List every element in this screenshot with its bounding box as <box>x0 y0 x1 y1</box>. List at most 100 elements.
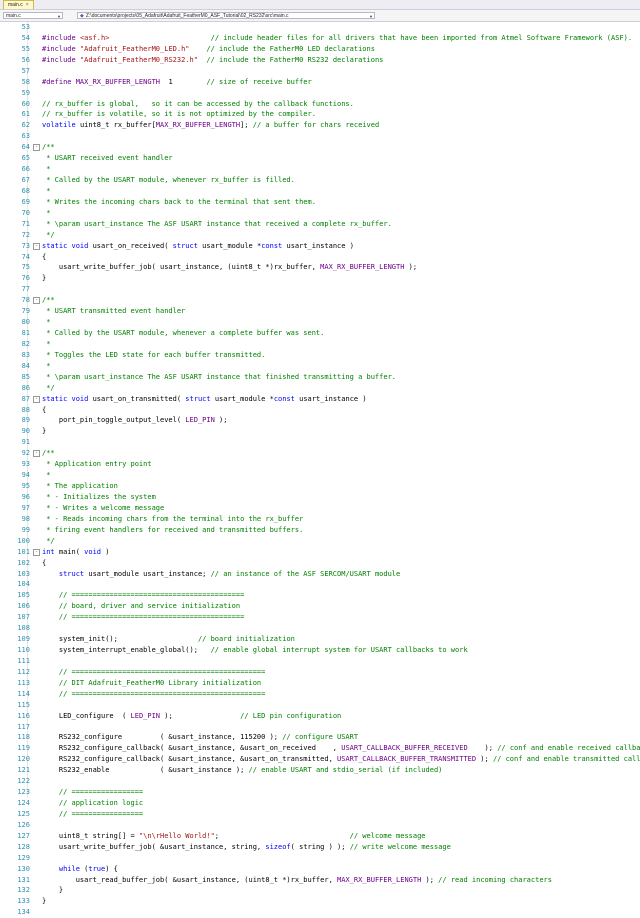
code-line: 118 RS232_configure ( &usart_instance, 1… <box>0 732 640 743</box>
fold-toggle-icon[interactable]: - <box>33 395 40 403</box>
code-text: usart_read_buffer_job( &usart_instance, … <box>42 875 552 886</box>
line-number: 113 <box>17 678 30 687</box>
code-line: 105 // =================================… <box>0 590 640 601</box>
code-token: * <box>42 361 51 370</box>
line-number: 126 <box>17 820 30 829</box>
fold-toggle-icon[interactable]: - <box>33 297 40 305</box>
code-token: #include <box>42 44 80 53</box>
code-text: static void usart_on_received( struct us… <box>42 241 354 252</box>
code-line: 68 * <box>0 186 640 197</box>
line-number: 57 <box>21 66 30 75</box>
code-text: #define MAX_RX_BUFFER_LENGTH 1 // size o… <box>42 77 312 88</box>
code-token: usart_instance ) <box>299 394 367 403</box>
code-line: 115 <box>0 700 640 711</box>
code-line: 75 usart_write_buffer_job( usart_instanc… <box>0 262 640 273</box>
code-line: 112 // =================================… <box>0 667 640 678</box>
line-number: 96 <box>21 492 30 501</box>
code-text: * <box>42 339 50 350</box>
fold-toggle-icon[interactable]: - <box>33 450 40 458</box>
code-editor[interactable]: 53 54 #include <asf.h> // include header f… <box>0 22 640 916</box>
tab-main-c[interactable]: main.c × <box>3 0 34 9</box>
line-number: 93 <box>21 460 30 469</box>
code-token: system_interrupt_enable_global(); <box>42 646 211 654</box>
line-number: 131 <box>17 875 30 884</box>
code-token: // DIT Adafruit_FeatherM0 Library initia… <box>42 678 262 687</box>
code-text: // ================= <box>42 809 143 820</box>
code-text: */ <box>42 383 54 394</box>
line-number: 88 <box>21 405 30 414</box>
code-line: 86 */ <box>0 383 640 394</box>
line-number: 117 <box>17 722 30 731</box>
code-token: // application logic <box>42 799 144 808</box>
code-token: const <box>273 394 300 403</box>
code-text: { <box>42 558 46 569</box>
line-number: 128 <box>17 842 30 851</box>
code-line: 76} <box>0 273 640 284</box>
code-text: #include <asf.h> // include header files… <box>42 33 632 44</box>
line-number: 91 <box>21 438 30 447</box>
code-text: } <box>42 896 46 907</box>
code-token: // ================= <box>42 788 144 797</box>
line-number: 81 <box>21 329 30 338</box>
code-line: 101- int main( void ) <box>0 547 640 558</box>
code-line: 84 * <box>0 361 640 372</box>
file-scope-dropdown[interactable]: main.c ▼ <box>3 12 63 19</box>
fold-toggle-icon[interactable]: - <box>33 242 40 250</box>
code-token: // =====================================… <box>42 613 245 622</box>
code-token: struct <box>172 241 203 250</box>
line-number: 110 <box>17 646 30 654</box>
line-number: 75 <box>21 263 30 272</box>
code-token: void <box>84 547 102 556</box>
line-number: 77 <box>21 285 30 294</box>
code-line: 67 * Called by the USART module, wheneve… <box>0 175 640 186</box>
line-number: 108 <box>17 624 30 633</box>
code-token: usart_module * <box>214 394 274 403</box>
code-text: // =====================================… <box>42 590 244 601</box>
line-number: 61 <box>21 110 30 119</box>
code-token: "Adafruit_FeatherM0_LED.h" <box>79 44 190 53</box>
close-icon[interactable]: × <box>26 2 29 8</box>
line-number: 55 <box>21 44 30 53</box>
code-token: ; <box>214 831 350 840</box>
line-number: 60 <box>21 99 30 108</box>
code-line: 71 * \param usart_instance The ASF USART… <box>0 219 640 230</box>
line-number: 98 <box>21 514 30 523</box>
code-token: * Application entry point <box>42 460 152 469</box>
code-text: system_init(); // board initialization <box>42 634 295 645</box>
code-token: RS232_configure_callback( &usart_instanc… <box>42 744 342 753</box>
code-line: 130 while (true) { <box>0 864 640 875</box>
code-line: 127 uint8_t string[] = "\n\rHello World!… <box>0 831 640 842</box>
line-number: 73 <box>21 241 30 250</box>
code-line: 108 <box>0 623 640 634</box>
fold-toggle-icon[interactable]: - <box>33 548 40 556</box>
line-number: 84 <box>21 361 30 370</box>
code-token: { <box>42 405 47 414</box>
code-line: 94 * <box>0 470 640 481</box>
code-line: 92-/** <box>0 448 640 459</box>
code-text: * <box>42 186 50 197</box>
code-token: usart_module * <box>202 241 262 250</box>
file-path-dropdown[interactable]: ◆ Z:\documents\projects\05_Adafruit\Adafr… <box>77 12 375 19</box>
code-token: ]; <box>240 121 253 130</box>
code-line: 132 } <box>0 885 640 896</box>
code-line: 123 // ================= <box>0 787 640 798</box>
fold-toggle-icon[interactable]: - <box>33 144 40 152</box>
code-token: port_pin_toggle_output_level( <box>42 416 186 425</box>
code-line: 96 * - Initializes the system <box>0 492 640 503</box>
code-text: port_pin_toggle_output_level( LED_PIN ); <box>42 415 228 426</box>
code-line: 111 <box>0 656 640 667</box>
code-token: // conf and enable transmitted callback <box>492 755 640 764</box>
line-number: 101 <box>17 547 30 556</box>
code-token: USART_CALLBACK_BUFFER_TRANSMITTED <box>337 755 477 764</box>
code-line: 125 // ================= <box>0 809 640 820</box>
code-token: LED_PIN <box>130 711 161 720</box>
line-number: 100 <box>17 536 30 545</box>
code-token: "Adafruit_FeatherM0_RS232.h" <box>79 55 198 64</box>
line-number: 95 <box>21 482 30 491</box>
line-number: 78 <box>21 296 30 305</box>
code-token: * firing event handlers for received and… <box>42 525 304 534</box>
code-text: volatile uint8_t rx_buffer[MAX_RX_BUFFER… <box>42 120 379 131</box>
code-line: 97 * - Writes a welcome message <box>0 503 640 514</box>
code-token: ( string ) ); <box>290 842 350 851</box>
code-text: #include "Adafruit_FeatherM0_LED.h" // i… <box>42 44 375 55</box>
